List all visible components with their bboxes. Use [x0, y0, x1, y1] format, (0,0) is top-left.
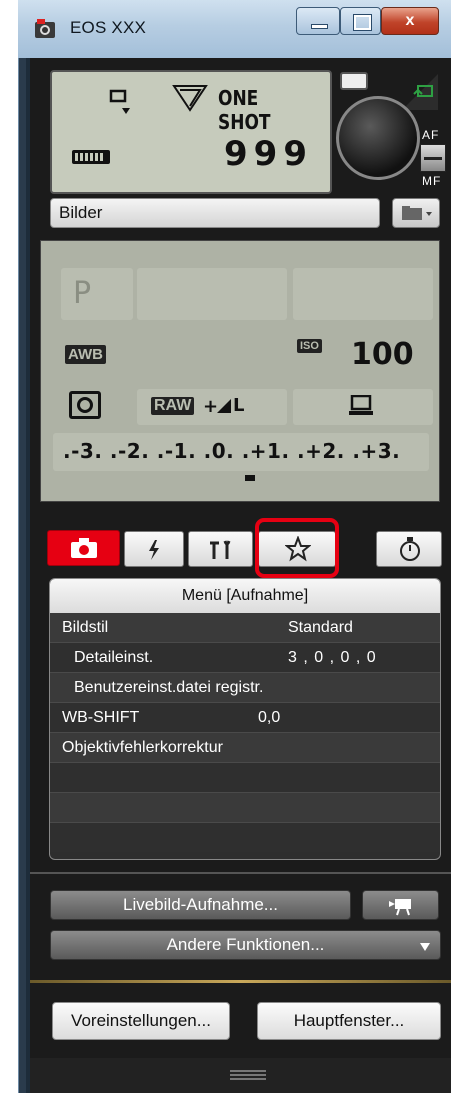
maximize-icon: [353, 14, 372, 31]
menu-row-label: Objektivfehlerkorrektur: [62, 739, 223, 756]
aperture-cell[interactable]: [293, 268, 433, 320]
menu-row-label: Detaileinst.: [74, 649, 154, 666]
save-to-computer-cell[interactable]: [293, 389, 433, 425]
lightning-icon: [149, 540, 159, 560]
other-functions-button[interactable]: Andere Funktionen...: [50, 930, 441, 960]
image-quality-cell[interactable]: RAW + L: [137, 389, 287, 425]
exposure-scale[interactable]: .-3. .-2. .-1. .0. .+1. .+2. .+3.: [53, 433, 429, 471]
movie-button[interactable]: [362, 890, 439, 920]
quality-size: L: [233, 395, 245, 416]
jpeg-quality-icon: [217, 399, 231, 413]
exposure-indicator: [245, 475, 255, 481]
minimize-icon: [311, 24, 328, 29]
af-mode-label: ONE SHOT: [218, 86, 271, 134]
dropdown-arrow-icon: [420, 943, 430, 951]
minimize-button[interactable]: [296, 7, 340, 35]
close-button[interactable]: x: [381, 7, 439, 35]
tab-timer[interactable]: [376, 531, 442, 567]
resize-grip[interactable]: [230, 1070, 266, 1080]
window-title: EOS XXX: [70, 18, 147, 37]
menu-row-value: 0,0: [258, 709, 281, 726]
quality-plus: +: [203, 396, 219, 417]
shooting-mode: P: [73, 276, 92, 311]
menu-row-empty: [50, 793, 440, 823]
menu-row-value: 3 , 0 , 0 , 0: [288, 649, 377, 666]
menu-row-detail-settings[interactable]: Detaileinst. 3 , 0 , 0 , 0: [50, 643, 440, 673]
metering-icon[interactable]: [69, 391, 101, 419]
tab-setup[interactable]: [188, 531, 253, 567]
menu-row-picture-style[interactable]: Bildstil Standard: [50, 613, 440, 643]
main-window-button[interactable]: Hauptfenster...: [257, 1002, 441, 1040]
white-balance[interactable]: AWB: [65, 345, 106, 364]
stopwatch-icon: [400, 537, 420, 561]
mf-label: MF: [422, 174, 442, 188]
folder-icon: [402, 206, 432, 220]
app-icon: [34, 18, 56, 40]
af-mf-switch[interactable]: AF MF: [420, 128, 451, 188]
drive-mode-icon: [109, 89, 130, 114]
gold-divider: [30, 980, 451, 983]
shooting-mode-cell[interactable]: P: [61, 268, 133, 320]
menu-header: Menü [Aufnahme]: [50, 579, 440, 613]
save-folder-field[interactable]: Bilder: [50, 198, 380, 228]
movie-camera-icon: [389, 899, 411, 916]
close-icon: x: [405, 12, 415, 29]
menu-row-wb-shift[interactable]: WB-SHIFT 0,0: [50, 703, 440, 733]
shutter-speed-cell[interactable]: [137, 268, 287, 320]
shots-remaining: 999: [224, 134, 313, 174]
iso-badge: ISO: [297, 339, 322, 353]
iso-value[interactable]: 100: [351, 337, 414, 372]
menu-row-empty: [50, 823, 440, 852]
battery-icon: [72, 150, 110, 164]
metering-mode-icon: [172, 85, 208, 112]
shutter-button[interactable]: [336, 96, 420, 180]
tab-shooting[interactable]: [47, 530, 120, 566]
highlight-box: [255, 518, 339, 578]
menu-row-lens-correction[interactable]: Objektivfehlerkorrektur: [50, 733, 440, 763]
lcd-light-button[interactable]: [340, 72, 368, 90]
tab-flash[interactable]: [124, 531, 184, 567]
status-lcd: ONE SHOT 999: [50, 70, 332, 194]
exposure-scale-label: .-3. .-2. .-1. .0. .+1. .+2. .+3.: [63, 439, 401, 463]
shooting-settings-lcd: P AWB ISO 100 RAW + L .-3. .-2. .-1. .0.…: [40, 240, 440, 502]
shooting-menu-panel: Menü [Aufnahme] Bildstil Standard Detail…: [49, 578, 441, 860]
other-functions-label: Andere Funktionen...: [166, 935, 325, 954]
divider: [30, 872, 451, 874]
menu-row-label: Bildstil: [62, 619, 109, 636]
tools-icon: [210, 540, 231, 559]
af-label: AF: [422, 128, 440, 142]
menu-row-empty: [50, 763, 440, 793]
computer-icon: [349, 395, 373, 415]
live-view-button[interactable]: Livebild-Aufnahme...: [50, 890, 351, 920]
raw-badge: RAW: [151, 397, 195, 415]
folder-button[interactable]: [392, 198, 440, 228]
menu-row-label: Benutzereinst.datei registr.: [74, 679, 264, 696]
camera-icon: [71, 538, 97, 558]
menu-row-user-defined-file[interactable]: Benutzereinst.datei registr.: [50, 673, 440, 703]
menu-row-label: WB-SHIFT: [62, 709, 140, 726]
menu-row-value: Standard: [288, 619, 353, 636]
preferences-button[interactable]: Voreinstellungen...: [52, 1002, 230, 1040]
maximize-button[interactable]: [340, 7, 381, 35]
